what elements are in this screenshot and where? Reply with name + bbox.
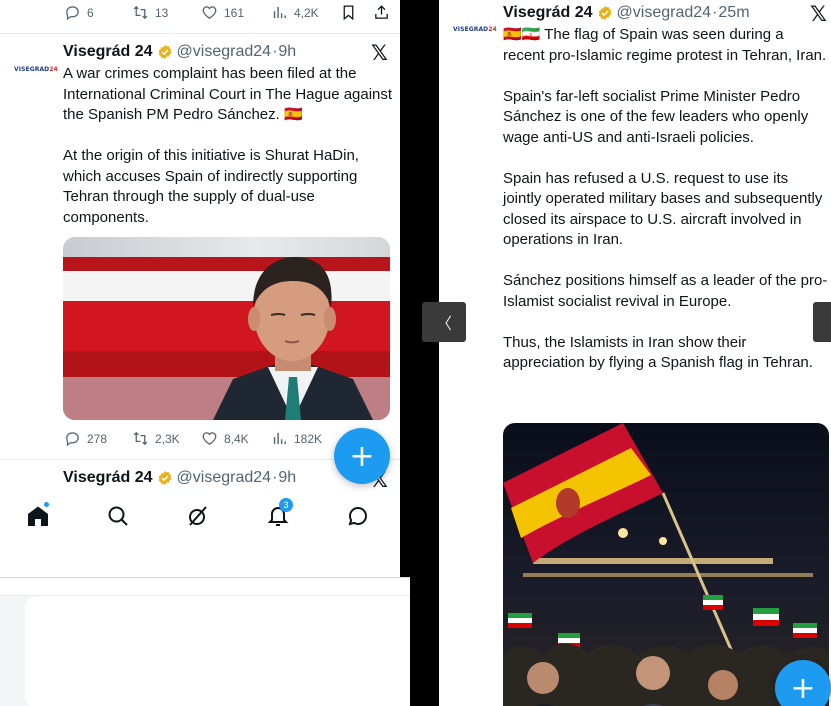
divider: [0, 33, 400, 34]
background-window: [0, 577, 410, 706]
reply-icon: [66, 432, 79, 447]
x-logo-icon: 𝕏: [371, 41, 388, 65]
tweet-header: Visegrád 24 @visegrad24 · 25m: [503, 4, 750, 22]
nav-messages[interactable]: [346, 504, 372, 530]
repost-button[interactable]: 2,3K: [132, 430, 180, 447]
protest-photo: [503, 423, 829, 706]
author-name[interactable]: Visegrád 24: [63, 43, 153, 61]
avatar-logo-text: VISEGRAD: [453, 26, 489, 33]
share-icon: [375, 5, 388, 19]
views-button[interactable]: 182K: [271, 430, 322, 447]
author-name[interactable]: Visegrád 24: [63, 469, 153, 487]
search-icon: [108, 506, 128, 526]
window-strip: [0, 578, 410, 596]
share-button[interactable]: [373, 4, 390, 21]
tweet-header: Visegrád 24 @visegrad24 · 9h: [63, 469, 296, 487]
views-icon: [273, 6, 286, 19]
author-handle[interactable]: @visegrad24: [617, 4, 712, 22]
avatar-logo-accent: 24: [488, 26, 497, 33]
timestamp[interactable]: 25m: [718, 4, 749, 22]
separator: ·: [272, 43, 278, 60]
repost-button[interactable]: 13: [132, 4, 168, 21]
background-card: [25, 596, 410, 706]
views-button[interactable]: 4,2K: [271, 4, 319, 21]
previous-page-button[interactable]: 〈: [422, 302, 466, 342]
repost-count: 13: [155, 5, 169, 20]
notification-badge: 3: [279, 498, 293, 512]
chat-bubble-icon: [348, 506, 368, 526]
grok-icon: [189, 506, 207, 526]
tweet-image[interactable]: [63, 237, 390, 420]
pane-gap: [410, 0, 439, 706]
unread-dot: [43, 501, 50, 508]
nav-notifications[interactable]: 3: [266, 498, 293, 530]
avatar-logo-accent: 24: [49, 66, 58, 73]
avatar-logo-text: VISEGRAD: [14, 66, 50, 73]
like-count: 161: [224, 5, 245, 20]
reply-count: 6: [87, 5, 94, 20]
heart-icon: [202, 432, 217, 445]
tweet-text: A war crimes complaint has been filed at…: [63, 65, 393, 226]
repost-count: 2,3K: [155, 431, 180, 446]
avatar[interactable]: VISEGRAD24: [14, 66, 58, 73]
like-count: 8,4K: [224, 431, 249, 446]
heart-icon: [202, 6, 217, 19]
tweet-image[interactable]: [503, 423, 829, 706]
tweet-text: 🇪🇸🇮🇷 The flag of Spain was seen during a…: [503, 26, 828, 371]
views-count: 4,2K: [294, 5, 319, 20]
author-name[interactable]: Visegrád 24: [503, 4, 593, 22]
next-page-button[interactable]: [813, 302, 831, 342]
bottom-navigation: 3: [0, 496, 400, 540]
like-button[interactable]: 8,4K: [201, 430, 249, 447]
like-button[interactable]: 161: [201, 4, 244, 21]
author-handle[interactable]: @visegrad24: [177, 43, 272, 61]
timestamp[interactable]: 9h: [278, 43, 296, 61]
verified-badge-icon: [598, 6, 611, 20]
separator: ·: [272, 469, 278, 486]
views-count: 182K: [294, 431, 323, 446]
bookmark-icon: [343, 5, 354, 21]
nav-grok[interactable]: [186, 504, 212, 530]
x-logo-icon: 𝕏: [810, 2, 827, 26]
reply-count: 278: [87, 431, 108, 446]
verified-badge-icon: [158, 471, 171, 485]
separator: ·: [712, 4, 718, 21]
nav-search[interactable]: [106, 504, 132, 530]
repost-icon: [133, 5, 148, 20]
reply-button[interactable]: 278: [64, 430, 107, 447]
compose-button[interactable]: +: [334, 428, 390, 484]
tweet-header: Visegrád 24 @visegrad24 · 9h: [63, 43, 296, 61]
reply-button[interactable]: 6: [64, 4, 94, 21]
author-handle[interactable]: @visegrad24: [177, 469, 272, 487]
reply-icon: [66, 6, 79, 21]
sanchez-photo: [63, 237, 390, 420]
avatar[interactable]: VISEGRAD24: [453, 26, 497, 33]
timestamp[interactable]: 9h: [278, 469, 296, 487]
bookmark-button[interactable]: [340, 4, 357, 21]
verified-badge-icon: [158, 45, 171, 59]
nav-home[interactable]: [26, 501, 52, 530]
views-icon: [273, 432, 286, 445]
repost-icon: [133, 431, 148, 446]
left-feed-pane: 6 13 161 4,2K VISEGRAD24 Visegrád 24 @vi…: [0, 0, 400, 577]
right-feed-pane: VISEGRAD24 Visegrád 24 @visegrad24 · 25m…: [439, 0, 831, 706]
